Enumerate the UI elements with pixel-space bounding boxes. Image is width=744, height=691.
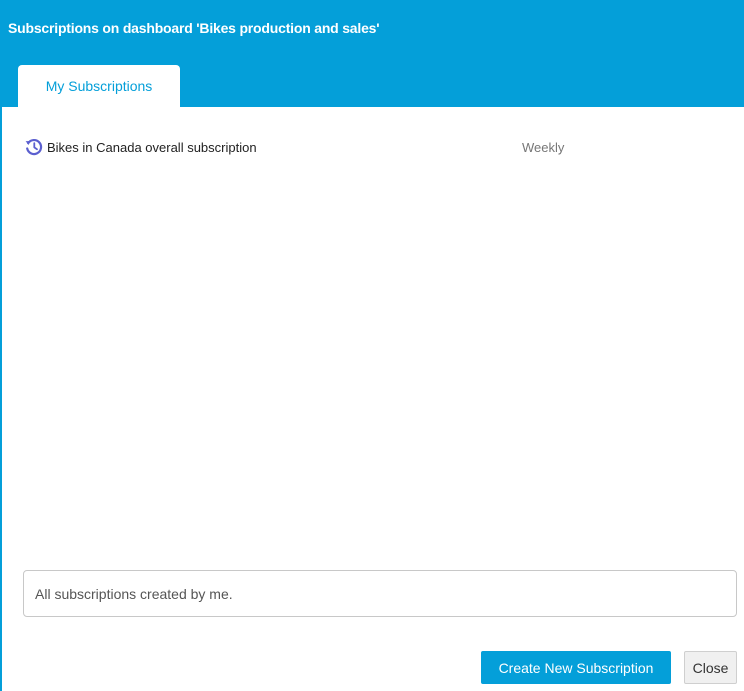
subscription-row[interactable]: Bikes in Canada overall subscription Wee…	[24, 136, 724, 158]
create-new-subscription-button[interactable]: Create New Subscription	[481, 651, 671, 684]
close-button[interactable]: Close	[684, 651, 737, 684]
dialog-header: Subscriptions on dashboard 'Bikes produc…	[2, 0, 744, 107]
info-box: All subscriptions created by me.	[23, 570, 737, 617]
subscription-name: Bikes in Canada overall subscription	[47, 139, 257, 155]
tab-my-subscriptions[interactable]: My Subscriptions	[18, 65, 180, 107]
dialog-title: Subscriptions on dashboard 'Bikes produc…	[8, 20, 380, 36]
subscription-frequency: Weekly	[522, 139, 565, 155]
history-clock-icon	[24, 137, 44, 157]
subscriptions-dialog: Subscriptions on dashboard 'Bikes produc…	[0, 0, 744, 691]
info-text: All subscriptions created by me.	[35, 585, 233, 602]
